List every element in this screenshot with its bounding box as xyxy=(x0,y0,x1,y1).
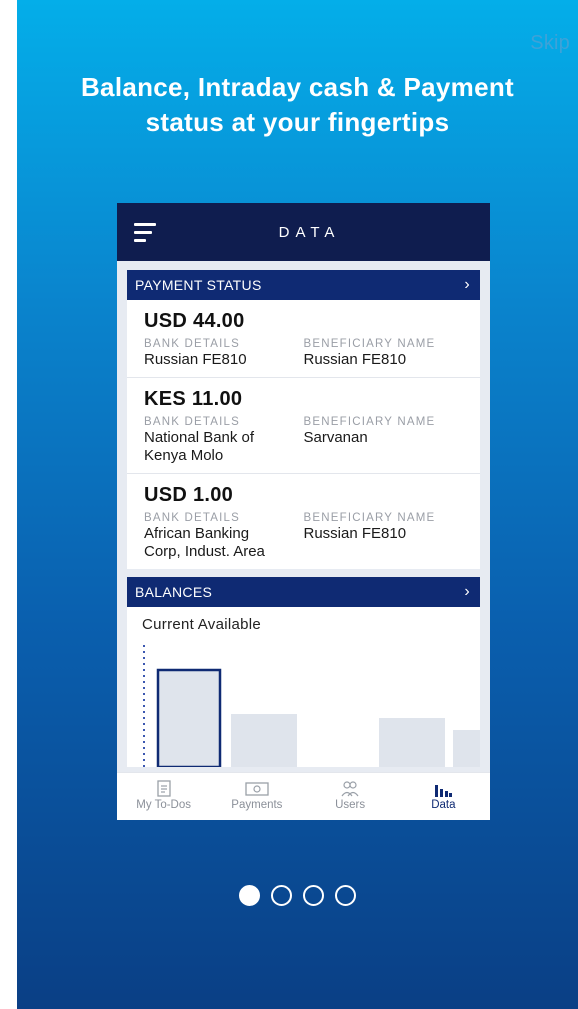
chart-bar xyxy=(231,714,297,767)
balances-chart xyxy=(143,645,480,767)
bottom-tab-bar: My To-Dos Payments Users Data xyxy=(117,772,490,820)
app-bar: DATA xyxy=(117,203,490,261)
onboarding-screen: Skip Balance, Intraday cash & Payment st… xyxy=(17,0,578,1009)
tab-my-todos[interactable]: My To-Dos xyxy=(117,773,210,820)
chevron-right-icon: › xyxy=(464,583,470,600)
balances-title: BALANCES xyxy=(135,584,213,600)
payment-amount: USD 44.00 xyxy=(144,310,245,332)
balances-section: BALANCES › Current Available xyxy=(127,577,480,767)
chart-bar-selected xyxy=(156,668,222,767)
balances-header[interactable]: BALANCES › xyxy=(127,577,480,607)
page-dot[interactable] xyxy=(303,885,324,906)
bank-details-label: BANK DETAILS xyxy=(144,338,240,350)
payment-status-title: PAYMENT STATUS xyxy=(135,277,262,293)
page-dot[interactable] xyxy=(271,885,292,906)
chart-bar xyxy=(453,730,480,767)
data-content: PAYMENT STATUS › USD 44.00 BANK DETAILS … xyxy=(127,270,480,767)
tab-users[interactable]: Users xyxy=(304,773,397,820)
current-available-label: Current Available xyxy=(142,616,262,633)
tab-payments[interactable]: Payments xyxy=(210,773,303,820)
bank-details-label: BANK DETAILS xyxy=(144,512,240,524)
chart-bar xyxy=(379,718,445,767)
beneficiary-name-label: BENEFICIARY NAME xyxy=(303,338,436,350)
beneficiary-name-label: BENEFICIARY NAME xyxy=(303,512,436,524)
tab-data[interactable]: Data xyxy=(397,773,490,820)
bank-details-value: Russian FE810 xyxy=(144,351,247,368)
users-icon xyxy=(304,779,397,799)
tab-label: Data xyxy=(431,799,456,811)
tab-label: Users xyxy=(335,799,366,811)
balances-card: Current Available xyxy=(127,607,480,767)
phone-preview: DATA PAYMENT STATUS › USD 44.00 BANK DET… xyxy=(117,203,490,820)
page-indicator xyxy=(17,885,578,906)
page-dot[interactable] xyxy=(335,885,356,906)
payment-item[interactable]: USD 44.00 BANK DETAILS Russian FE810 BEN… xyxy=(127,300,480,378)
payment-item[interactable]: USD 1.00 BANK DETAILS African Banking Co… xyxy=(127,474,480,569)
chevron-right-icon: › xyxy=(464,276,470,293)
payment-status-card: USD 44.00 BANK DETAILS Russian FE810 BEN… xyxy=(127,300,480,569)
beneficiary-name-value: Russian FE810 xyxy=(303,351,407,368)
bank-details-label: BANK DETAILS xyxy=(144,416,240,428)
tab-label: Payments xyxy=(231,799,283,811)
data-icon xyxy=(397,779,490,799)
bank-details-value: African Banking xyxy=(144,525,250,542)
payments-icon xyxy=(210,779,303,799)
payment-status-header[interactable]: PAYMENT STATUS › xyxy=(127,270,480,300)
beneficiary-name-label: BENEFICIARY NAME xyxy=(303,416,436,428)
bank-details-value: National Bank of xyxy=(144,429,255,446)
page-dot-active[interactable] xyxy=(239,885,260,906)
headline-line-1: Balance, Intraday cash & Payment xyxy=(80,72,514,102)
beneficiary-name-value: Russian FE810 xyxy=(303,525,407,542)
payment-amount: KES 11.00 xyxy=(144,388,243,410)
skip-button[interactable]: Skip xyxy=(530,32,570,55)
app-title: DATA xyxy=(278,224,341,241)
onboarding-headline: Balance, Intraday cash & Payment status … xyxy=(17,70,578,140)
todo-icon xyxy=(117,779,210,799)
payment-amount: USD 1.00 xyxy=(144,484,234,506)
tab-label: My To-Dos xyxy=(136,799,191,811)
headline-line-2: status at your fingertips xyxy=(145,107,450,137)
beneficiary-name-value: Sarvanan xyxy=(303,429,368,446)
bank-details-value-line2: Corp, Indust. Area xyxy=(144,543,265,560)
bank-details-value-line2: Kenya Molo xyxy=(144,447,224,464)
payment-item[interactable]: KES 11.00 BANK DETAILS National Bank of … xyxy=(127,378,480,474)
